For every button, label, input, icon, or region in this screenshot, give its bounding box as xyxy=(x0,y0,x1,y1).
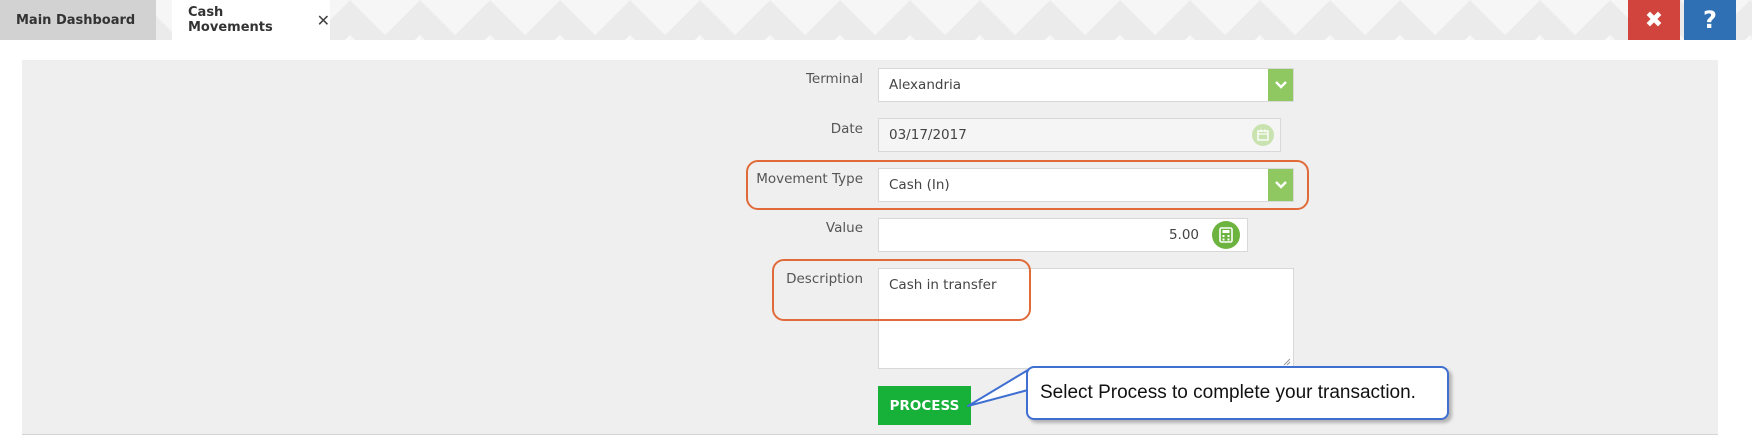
terminal-value: Alexandria xyxy=(889,77,962,93)
callout-text: Select Process to complete your transact… xyxy=(1040,382,1416,403)
resize-grip-icon[interactable] xyxy=(1283,358,1291,366)
process-button[interactable]: PROCESS xyxy=(878,386,971,425)
tab-cash-movements[interactable]: Cash Movements ✕ xyxy=(172,0,330,40)
terminal-label: Terminal xyxy=(805,71,863,87)
chevron-down-icon[interactable] xyxy=(1268,69,1293,101)
calculator-icon[interactable] xyxy=(1212,221,1240,249)
terminal-select[interactable]: Alexandria xyxy=(878,68,1294,102)
close-icon[interactable]: ✕ xyxy=(317,11,330,30)
tab-main-dashboard[interactable]: Main Dashboard xyxy=(0,0,156,40)
tooltip-callout: Select Process to complete your transact… xyxy=(1026,366,1449,420)
help-button[interactable]: ? xyxy=(1684,0,1736,40)
content-area xyxy=(0,40,1752,444)
date-field[interactable]: 03/17/2017 xyxy=(878,118,1281,152)
value-label: Value xyxy=(825,220,863,236)
tab-bar: Main Dashboard Cash Movements ✕ ✖ ? xyxy=(0,0,1752,40)
tab-label: Main Dashboard xyxy=(16,12,136,28)
value-field[interactable]: 5.00 xyxy=(878,218,1248,252)
tab-label: Cash Movements xyxy=(188,5,273,35)
close-window-button[interactable]: ✖ xyxy=(1628,0,1680,40)
value-amount: 5.00 xyxy=(1168,227,1199,243)
movement-type-highlight xyxy=(746,160,1309,210)
description-highlight xyxy=(772,259,1031,321)
date-value: 03/17/2017 xyxy=(889,127,967,143)
date-label: Date xyxy=(830,121,863,137)
callout-pointer xyxy=(967,369,1029,407)
form-panel xyxy=(22,60,1718,435)
calendar-icon[interactable] xyxy=(1252,124,1274,146)
